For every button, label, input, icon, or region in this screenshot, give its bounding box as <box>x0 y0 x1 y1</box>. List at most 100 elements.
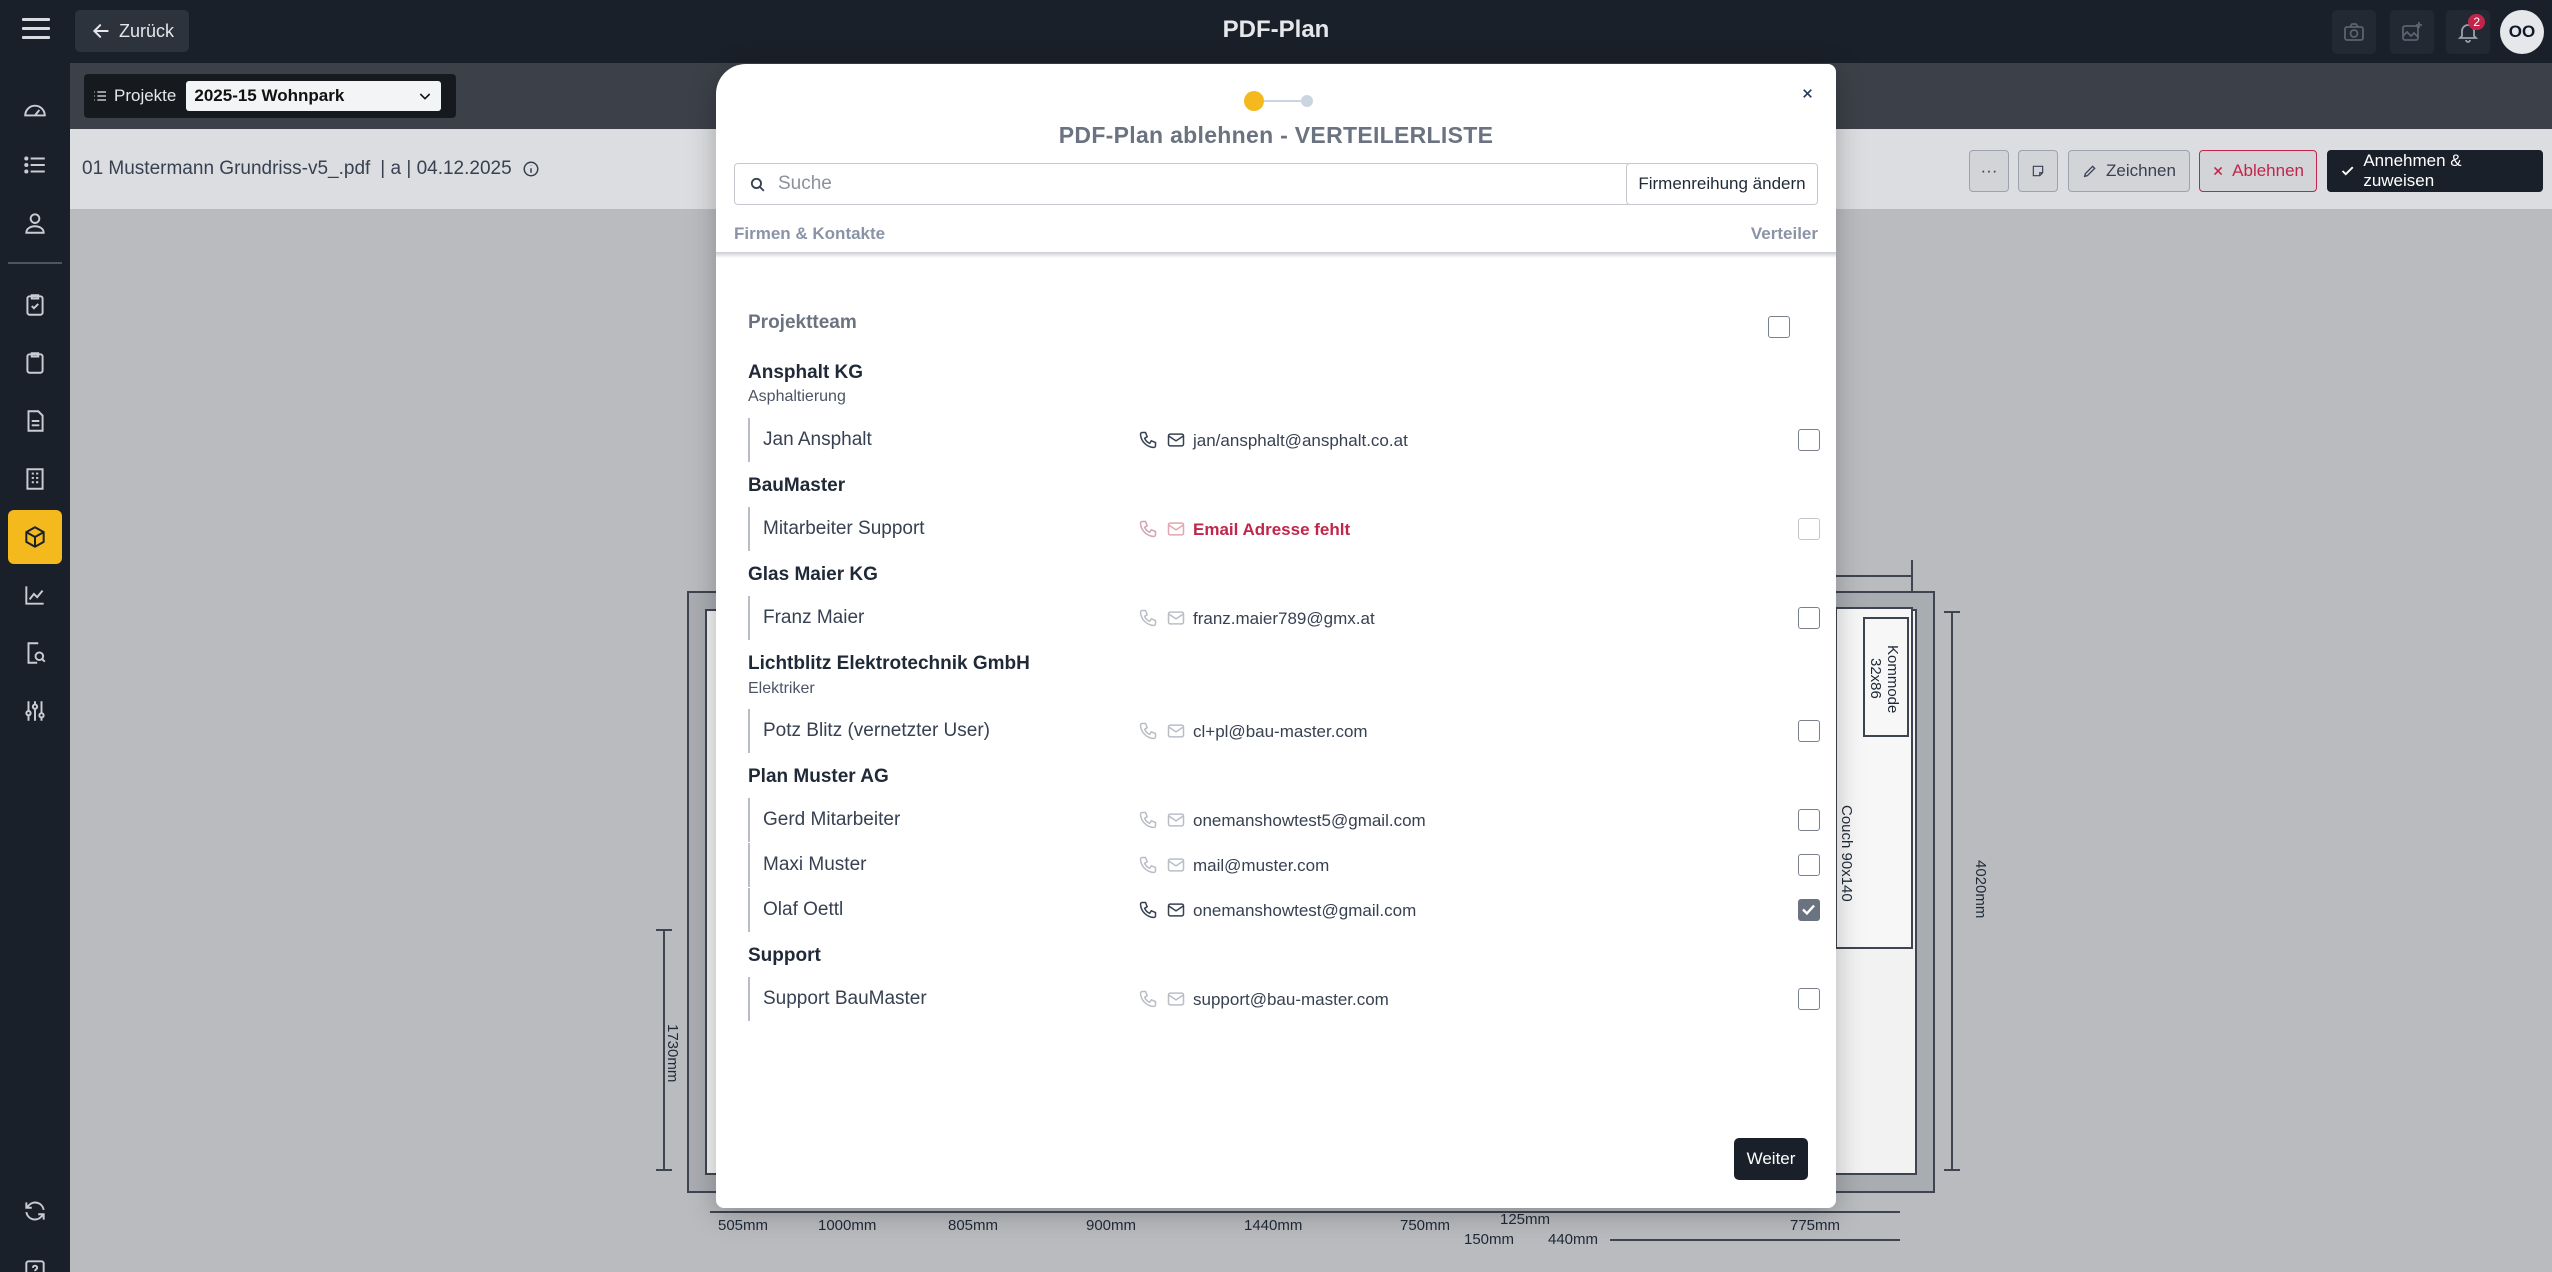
note-button[interactable] <box>2018 150 2058 192</box>
modal-title: PDF-Plan ablehnen - VERTEILERLISTE <box>1058 122 1494 148</box>
notifications-button[interactable]: 2 <box>2446 10 2490 54</box>
phone-icon <box>1139 856 1157 874</box>
contact-name: Gerd Mitarbeiter <box>763 809 901 830</box>
more-button[interactable]: ··· <box>1969 150 2009 192</box>
sidebar-item-buildings[interactable] <box>8 452 62 506</box>
contact-checkbox-checked[interactable] <box>1798 899 1820 921</box>
mail-icon[interactable] <box>1166 855 1186 875</box>
search-input[interactable] <box>778 173 1598 195</box>
sticky-note-icon <box>2032 165 2044 177</box>
contact-checkbox[interactable] <box>1798 809 1820 831</box>
mail-icon[interactable] <box>1166 721 1186 741</box>
contact-email: onemanshowtest@gmail.com <box>1193 901 1417 920</box>
contact-name: Jan Ansphalt <box>763 429 872 450</box>
sidebar-item-statistics[interactable] <box>8 568 62 622</box>
camera-button[interactable] <box>2332 10 2376 54</box>
company-name: BauMaster <box>748 475 846 496</box>
file-name: 01 Mustermann Grundriss-v5_.pdf <box>82 158 371 179</box>
header-divider <box>716 252 1836 258</box>
help-icon <box>25 1260 45 1272</box>
reject-button[interactable]: Ablehnen <box>2199 150 2317 192</box>
sidebar-item-search-docs[interactable] <box>8 626 62 680</box>
distribution-list-modal: PDF-Plan ablehnen - VERTEILERLISTE Firme… <box>716 64 1836 1208</box>
close-icon <box>1802 88 1812 98</box>
mail-icon[interactable] <box>1166 430 1186 450</box>
mail-icon[interactable] <box>1166 608 1186 628</box>
add-image-icon <box>2402 22 2422 41</box>
app-title: PDF-Plan <box>1222 16 1330 43</box>
contact-name: Olaf Oettl <box>763 899 844 920</box>
sidebar-item-contacts[interactable] <box>8 196 62 250</box>
contact-row: Franz Maier franz.maier789@gmx.at <box>748 596 1820 640</box>
sidebar-item-settings[interactable] <box>8 684 62 738</box>
phone-icon <box>1139 520 1157 538</box>
sidebar-item-dashboard[interactable] <box>8 83 62 137</box>
contact-email: support@bau-master.com <box>1193 990 1389 1009</box>
sidebar <box>0 63 70 1272</box>
add-photo-button[interactable] <box>2390 10 2434 54</box>
contact-checkbox[interactable] <box>1798 607 1820 629</box>
contact-email-missing: Email Adresse fehlt <box>1193 520 1351 539</box>
phone-icon <box>1139 990 1157 1008</box>
notification-badge: 2 <box>2468 14 2485 30</box>
step-1-active <box>1244 91 1264 111</box>
menu-icon[interactable] <box>22 18 50 44</box>
chart-icon <box>25 586 44 605</box>
arrow-left-icon <box>92 24 109 38</box>
company-order-button[interactable]: Firmenreihung ändern <box>1626 163 1818 205</box>
sidebar-item-documents[interactable] <box>8 394 62 448</box>
contact-name: Potz Blitz (vernetzter User) <box>763 720 990 741</box>
contact-row: Olaf Oettl onemanshowtest@gmail.com <box>748 888 1820 932</box>
accept-button-label: Annehmen & zuweisen <box>2363 151 2462 190</box>
phone-icon[interactable] <box>1138 900 1158 920</box>
document-search-icon <box>27 642 46 664</box>
contact-checkbox[interactable] <box>1798 854 1820 876</box>
next-button[interactable]: Weiter <box>1734 1138 1808 1180</box>
close-button[interactable] <box>1796 82 1818 104</box>
close-icon <box>2213 166 2223 176</box>
company-trade: Asphaltierung <box>748 388 846 405</box>
search-box[interactable] <box>734 163 1634 205</box>
cube-icon <box>25 526 45 548</box>
sidebar-item-help[interactable] <box>8 1243 62 1272</box>
info-icon[interactable] <box>522 160 540 178</box>
project-team-checkbox[interactable] <box>1768 316 1790 338</box>
phone-icon <box>1139 722 1157 740</box>
project-selector[interactable]: Projekte 2025-15 Wohnpark <box>84 74 456 118</box>
back-button-label: Zurück <box>119 20 175 41</box>
contact-row: Maxi Muster mail@muster.com <box>748 843 1820 887</box>
project-dropdown[interactable]: 2025-15 Wohnpark <box>186 81 442 111</box>
contact-email: onemanshowtest5@gmail.com <box>1193 811 1426 830</box>
column-header-distribution: Verteiler <box>1750 224 1818 243</box>
search-icon <box>750 177 765 192</box>
camera-icon <box>2344 23 2364 41</box>
clipboard-icon <box>26 352 44 374</box>
avatar[interactable]: OO <box>2500 10 2544 54</box>
contact-row: Potz Blitz (vernetzter User) cl+pl@bau-m… <box>748 709 1820 753</box>
file-info: 01 Mustermann Grundriss-v5_.pdf | a | 04… <box>82 158 540 180</box>
sidebar-item-tasks[interactable] <box>8 278 62 332</box>
mail-icon[interactable] <box>1166 810 1186 830</box>
user-icon <box>25 213 45 234</box>
contact-email: jan/ansphalt@ansphalt.co.at <box>1193 431 1408 450</box>
phone-icon <box>1139 811 1157 829</box>
sidebar-item-plans[interactable] <box>8 510 62 564</box>
sidebar-item-sync[interactable] <box>8 1184 62 1238</box>
contact-checkbox[interactable] <box>1798 988 1820 1010</box>
contact-checkbox[interactable] <box>1798 429 1820 451</box>
phone-icon[interactable] <box>1138 430 1158 450</box>
accept-assign-button[interactable]: Annehmen & zuweisen <box>2327 150 2543 192</box>
back-button[interactable]: Zurück <box>75 10 189 52</box>
list-icon <box>94 91 106 101</box>
phone-icon <box>1139 609 1157 627</box>
contact-email: mail@muster.com <box>1193 856 1330 875</box>
sidebar-item-list[interactable] <box>8 138 62 192</box>
list-icon <box>24 156 45 174</box>
mail-icon[interactable] <box>1166 989 1186 1009</box>
project-team-label: Projektteam <box>748 312 857 333</box>
contact-checkbox[interactable] <box>1798 720 1820 742</box>
mail-icon[interactable] <box>1166 900 1186 920</box>
sidebar-item-clipboard[interactable] <box>8 336 62 390</box>
draw-button[interactable]: Zeichnen <box>2068 150 2190 192</box>
company-name: Plan Muster AG <box>748 766 889 787</box>
